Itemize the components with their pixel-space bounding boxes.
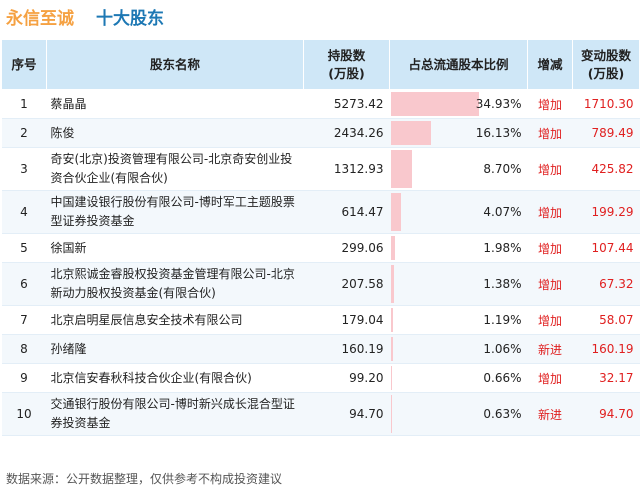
change-shares: 160.19	[572, 334, 640, 364]
change-type: 增加	[527, 89, 573, 119]
table-header-row: 序号 股东名称 持股数 (万股) 占总流通股本比例 增减 变动股数 (万股)	[1, 39, 640, 90]
table-row: 9 北京信安春秋科技合伙企业(有限合伙) 99.20 0.66% 增加 32.17	[1, 363, 640, 393]
shareholder-name: 中国建设银行股份有限公司-博时军工主题股票型证券投资基金	[46, 190, 304, 234]
shares-held: 99.20	[303, 363, 390, 393]
shareholder-name: 北京熙诚金睿股权投资基金管理有限公司-北京新动力股权投资基金(有限合伙)	[46, 262, 304, 306]
shareholder-name: 徐国新	[46, 233, 304, 263]
row-rank: 8	[1, 334, 47, 364]
change-type: 增加	[527, 363, 573, 393]
float-ratio: 1.38%	[389, 262, 528, 306]
shares-held: 614.47	[303, 190, 390, 234]
shares-held: 299.06	[303, 233, 390, 263]
table-row: 2 陈俊 2434.26 16.13% 增加 789.49	[1, 118, 640, 148]
float-ratio: 1.98%	[389, 233, 528, 263]
shareholder-name: 奇安(北京)投资管理有限公司-北京奇安创业投资合伙企业(有限合伙)	[46, 147, 304, 191]
shareholder-name: 交通银行股份有限公司-博时新兴成长混合型证券投资基金	[46, 392, 304, 436]
ratio-text: 1.38%	[483, 277, 522, 291]
row-rank: 1	[1, 89, 47, 119]
ratio-text: 1.98%	[483, 241, 522, 255]
ratio-text: 1.19%	[483, 313, 522, 327]
table-row: 1 蔡晶晶 5273.42 34.93% 增加 1710.30	[1, 89, 640, 119]
change-shares: 1710.30	[572, 89, 640, 119]
ratio-text: 4.07%	[483, 205, 522, 219]
ratio-text: 1.06%	[483, 342, 522, 356]
change-type: 增加	[527, 190, 573, 234]
change-shares: 94.70	[572, 392, 640, 436]
float-ratio: 34.93%	[389, 89, 528, 119]
float-ratio: 0.63%	[389, 392, 528, 436]
table-row: 8 孙绪隆 160.19 1.06% 新进 160.19	[1, 334, 640, 364]
page-title: 十大股东	[96, 9, 164, 29]
change-type: 增加	[527, 233, 573, 263]
shares-held: 207.58	[303, 262, 390, 306]
row-rank: 7	[1, 305, 47, 335]
shares-held: 179.04	[303, 305, 390, 335]
float-ratio: 4.07%	[389, 190, 528, 234]
change-shares: 107.44	[572, 233, 640, 263]
row-rank: 10	[1, 392, 47, 436]
row-rank: 4	[1, 190, 47, 234]
table-row: 3 奇安(北京)投资管理有限公司-北京奇安创业投资合伙企业(有限合伙) 1312.9…	[1, 147, 640, 191]
float-ratio: 1.19%	[389, 305, 528, 335]
row-rank: 6	[1, 262, 47, 306]
data-source-note: 数据来源：公开数据整理，仅供参考不构成投资建议	[6, 472, 283, 486]
ratio-text: 0.66%	[483, 371, 522, 385]
shareholder-name: 陈俊	[46, 118, 304, 148]
row-rank: 5	[1, 233, 47, 263]
shares-held: 2434.26	[303, 118, 390, 148]
col-ratio-header: 占总流通股本比例	[389, 39, 528, 90]
col-change-header: 变动股数 (万股)	[572, 39, 640, 90]
shareholder-name: 北京启明星辰信息安全技术有限公司	[46, 305, 304, 335]
change-type: 增加	[527, 147, 573, 191]
float-ratio: 0.66%	[389, 363, 528, 393]
table-row: 5 徐国新 299.06 1.98% 增加 107.44	[1, 233, 640, 263]
float-ratio: 1.06%	[389, 334, 528, 364]
row-rank: 3	[1, 147, 47, 191]
shareholders-table: 序号 股东名称 持股数 (万股) 占总流通股本比例 增减 变动股数 (万股) 1…	[1, 39, 640, 436]
row-rank: 9	[1, 363, 47, 393]
change-shares: 32.17	[572, 363, 640, 393]
shares-held: 5273.42	[303, 89, 390, 119]
ratio-text: 0.63%	[483, 407, 522, 421]
shareholder-name: 孙绪隆	[46, 334, 304, 364]
table-row: 4 中国建设银行股份有限公司-博时军工主题股票型证券投资基金 614.47 4.07%…	[1, 190, 640, 234]
change-type: 增加	[527, 118, 573, 148]
change-type: 增加	[527, 262, 573, 306]
col-rank-header: 序号	[1, 39, 47, 90]
col-name-header: 股东名称	[46, 39, 304, 90]
col-shares-header: 持股数 (万股)	[303, 39, 390, 90]
change-shares: 67.32	[572, 262, 640, 306]
change-shares: 425.82	[572, 147, 640, 191]
shareholder-name: 北京信安春秋科技合伙企业(有限合伙)	[46, 363, 304, 393]
change-type: 新进	[527, 392, 573, 436]
change-shares: 789.49	[572, 118, 640, 148]
company-name: 永信至诚	[6, 9, 74, 29]
shares-held: 94.70	[303, 392, 390, 436]
change-type: 新进	[527, 334, 573, 364]
float-ratio: 8.70%	[389, 147, 528, 191]
table-row: 6 北京熙诚金睿股权投资基金管理有限公司-北京新动力股权投资基金(有限合伙) 207…	[1, 262, 640, 306]
ratio-text: 16.13%	[475, 126, 522, 140]
ratio-text: 34.93%	[475, 97, 522, 111]
ratio-text: 8.70%	[483, 162, 522, 176]
shares-held: 1312.93	[303, 147, 390, 191]
table-row: 7 北京启明星辰信息安全技术有限公司 179.04 1.19% 增加 58.07	[1, 305, 640, 335]
shareholder-name: 蔡晶晶	[46, 89, 304, 119]
change-shares: 58.07	[572, 305, 640, 335]
change-type: 增加	[527, 305, 573, 335]
row-rank: 2	[1, 118, 47, 148]
table-row: 10 交通银行股份有限公司-博时新兴成长混合型证券投资基金 94.70 0.63% 新进…	[1, 392, 640, 436]
change-shares: 199.29	[572, 190, 640, 234]
col-change-type-header: 增减	[527, 39, 573, 90]
float-ratio: 16.13%	[389, 118, 528, 148]
title-bar: 永信至诚 十大股东	[0, 0, 640, 38]
shares-held: 160.19	[303, 334, 390, 364]
